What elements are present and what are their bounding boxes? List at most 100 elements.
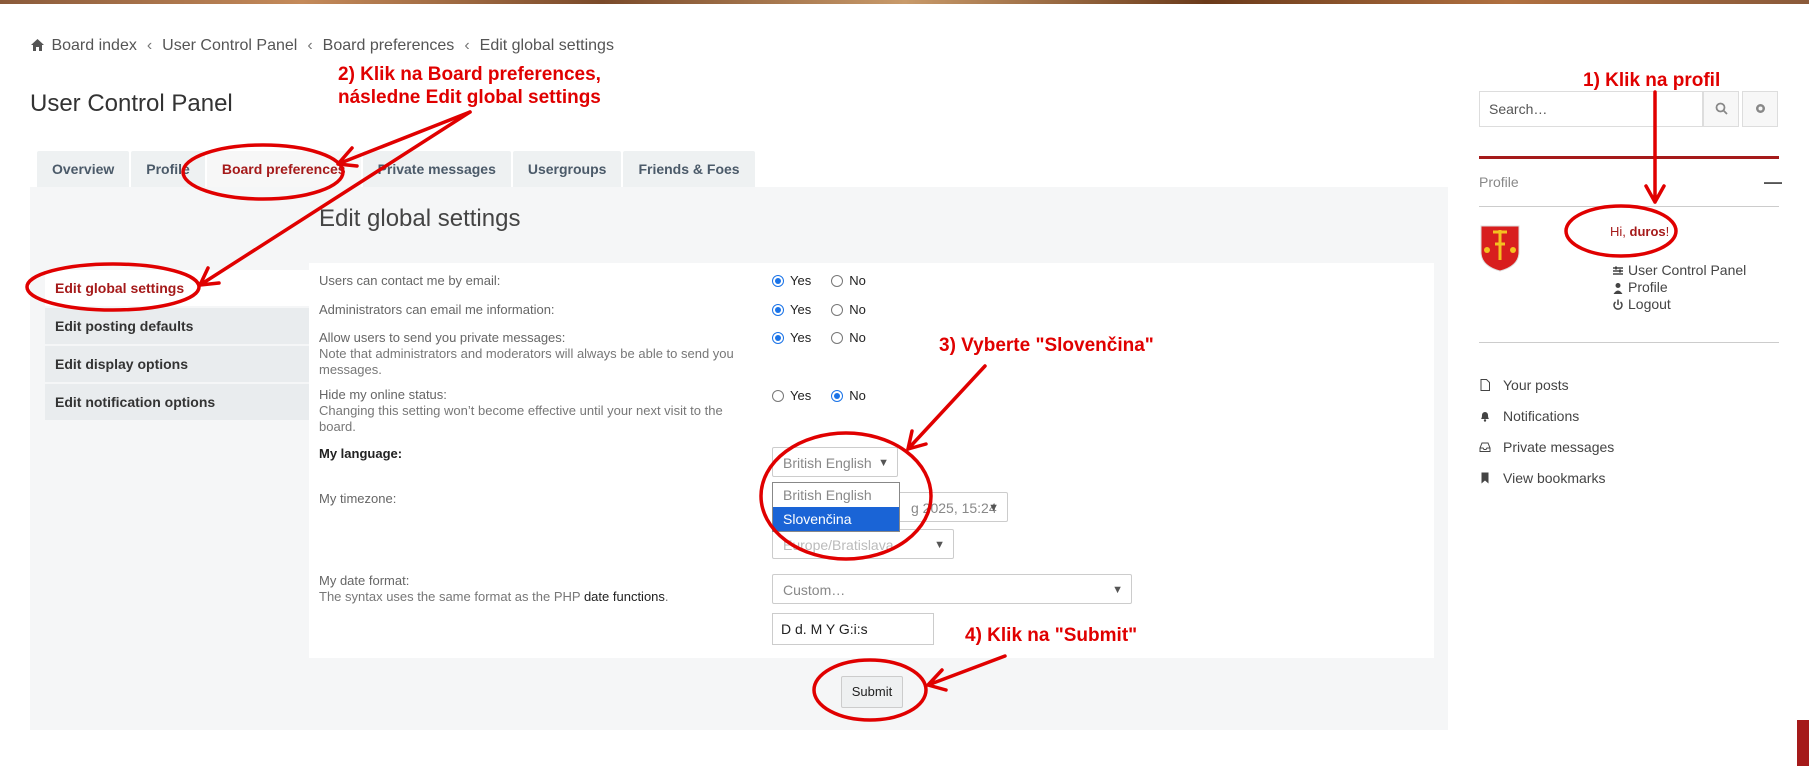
no-label: No	[849, 388, 866, 403]
menu-edit-display-options[interactable]: Edit display options	[45, 346, 309, 382]
menu-edit-posting-defaults[interactable]: Edit posting defaults	[45, 308, 309, 344]
section-title: Edit global settings	[319, 205, 521, 232]
email-contact-row: Users can contact me by email:	[319, 273, 500, 289]
menu-edit-notification-options[interactable]: Edit notification options	[45, 384, 309, 420]
quick-link-label: Notifications	[1503, 407, 1580, 424]
language-option-british-english[interactable]: British English	[773, 483, 899, 507]
page-title: User Control Panel	[30, 90, 233, 117]
breadcrumb-board-preferences[interactable]: Board preferences	[323, 37, 455, 55]
email-contact-label: Users can contact me by email:	[319, 273, 501, 288]
gear-icon	[1755, 104, 1765, 113]
yes-label: Yes	[790, 388, 812, 403]
hide-online-hint: Changing this setting won’t become effec…	[319, 403, 723, 434]
annotation-step-3: 3) Vyberte "Slovenčina"	[939, 335, 1154, 356]
hide-online-row: Hide my online status: Changing this set…	[319, 387, 749, 435]
chevron-down-icon: ▼	[1112, 584, 1123, 596]
yes-label: Yes	[790, 330, 812, 345]
bell-icon	[1481, 411, 1489, 422]
timezone-label: My timezone:	[319, 491, 397, 506]
hide-online-yes-radio[interactable]	[772, 389, 784, 402]
annotation-step-1: 1) Klik na profil	[1583, 70, 1721, 91]
header-banner-strip	[0, 0, 1809, 4]
profile-heading: Profile	[1479, 174, 1519, 190]
admin-email-yes-radio[interactable]	[772, 303, 784, 316]
no-label: No	[849, 302, 866, 317]
admin-email-label: Administrators can email me information:	[319, 302, 555, 317]
file-icon	[1480, 378, 1490, 391]
language-label: My language:	[319, 446, 403, 461]
tab-usergroups[interactable]: Usergroups	[512, 151, 622, 187]
allow-pm-radios: Yes No	[772, 330, 866, 345]
email-contact-no-radio[interactable]	[831, 274, 844, 287]
user-link-logout[interactable]: Logout	[1612, 296, 1746, 313]
quick-link-view-bookmarks[interactable]: View bookmarks	[1479, 462, 1614, 493]
submit-button[interactable]: Submit	[841, 676, 903, 708]
greeting-prefix: Hi,	[1610, 224, 1626, 239]
tab-overview[interactable]: Overview	[37, 151, 130, 187]
date-functions-link[interactable]: date functions	[584, 589, 665, 604]
user-greeting: Hi, duros!	[1610, 224, 1669, 239]
search-input[interactable]: Search…	[1479, 91, 1703, 127]
language-select[interactable]: British English ▼	[772, 447, 898, 477]
admin-email-radios: Yes No	[772, 302, 866, 317]
inbox-icon	[1479, 442, 1491, 452]
profile-divider-accent	[1479, 156, 1779, 159]
date-format-select[interactable]: Custom… ▼	[772, 574, 1132, 604]
quick-link-label: View bookmarks	[1503, 469, 1606, 486]
allow-pm-row: Allow users to send you private messages…	[319, 330, 749, 378]
email-contact-radios: Yes No	[772, 273, 866, 288]
date-format-hint: The syntax uses the same format as the P…	[319, 589, 779, 605]
date-format-row: My date format: The syntax uses the same…	[319, 573, 779, 605]
chevron-down-icon: ▼	[934, 539, 945, 551]
power-icon	[1613, 299, 1623, 310]
sliders-icon	[1613, 266, 1623, 275]
admin-email-no-radio[interactable]	[831, 303, 844, 316]
user-link-ucp[interactable]: User Control Panel	[1612, 262, 1746, 279]
date-format-hint-text: The syntax uses the same format as the P…	[319, 589, 581, 604]
annotation-step-2: 2) Klik na Board preferences, následne E…	[338, 63, 601, 109]
quick-link-your-posts[interactable]: Your posts	[1479, 369, 1614, 400]
menu-edit-global-settings[interactable]: Edit global settings	[45, 270, 309, 306]
date-format-select-value: Custom…	[783, 582, 846, 598]
breadcrumb-edit-global-settings[interactable]: Edit global settings	[480, 37, 614, 55]
allow-pm-yes-radio[interactable]	[772, 331, 784, 344]
tab-friends-foes[interactable]: Friends & Foes	[623, 151, 755, 187]
language-row: My language:	[319, 446, 402, 462]
language-option-slovencina[interactable]: Slovenčina	[773, 507, 899, 531]
tab-private-messages[interactable]: Private messages	[362, 151, 511, 187]
breadcrumb-separator: ‹	[146, 37, 153, 54]
user-link-label: User Control Panel	[1628, 262, 1747, 278]
quick-link-notifications[interactable]: Notifications	[1479, 400, 1614, 431]
hide-online-no-radio[interactable]	[831, 389, 844, 402]
search-button[interactable]	[1703, 91, 1739, 127]
tab-board-preferences[interactable]: Board preferences	[206, 151, 361, 187]
annotation-step-2-line-1: 2) Klik na Board preferences,	[338, 64, 601, 85]
avatar[interactable]	[1479, 224, 1521, 272]
username-link[interactable]: duros	[1630, 224, 1666, 239]
breadcrumb-board-index[interactable]: Board index	[31, 37, 137, 55]
breadcrumb-ucp[interactable]: User Control Panel	[162, 37, 297, 55]
annotation-step-4: 4) Klik na "Submit"	[965, 625, 1138, 646]
user-links: User Control Panel Profile Logout	[1612, 262, 1746, 313]
allow-pm-no-radio[interactable]	[831, 331, 844, 344]
bookmark-icon	[1481, 472, 1489, 483]
chevron-down-icon: ▼	[988, 502, 999, 514]
advanced-search-button[interactable]	[1742, 91, 1778, 127]
date-format-input[interactable]: D d. M Y G:i:s	[772, 613, 934, 645]
collapse-icon[interactable]: —	[1764, 172, 1782, 193]
hide-online-label: Hide my online status:	[319, 387, 447, 402]
tab-profile[interactable]: Profile	[131, 151, 205, 187]
quick-link-private-messages[interactable]: Private messages	[1479, 431, 1614, 462]
timezone-zone-select[interactable]: Europe/Bratislava ▼	[772, 529, 954, 559]
user-link-label: Profile	[1628, 279, 1668, 295]
user-link-profile[interactable]: Profile	[1612, 279, 1746, 296]
admin-email-row: Administrators can email me information:	[319, 302, 555, 318]
breadcrumb-separator: ‹	[464, 37, 470, 54]
email-contact-yes-radio[interactable]	[772, 274, 784, 287]
chevron-down-icon: ▼	[878, 457, 889, 469]
timezone-row: My timezone:	[319, 491, 396, 507]
yes-label: Yes	[790, 302, 812, 317]
yes-label: Yes	[790, 273, 812, 288]
ucp-side-menu: Edit global settings Edit posting defaul…	[45, 270, 309, 422]
divider	[1479, 342, 1779, 343]
